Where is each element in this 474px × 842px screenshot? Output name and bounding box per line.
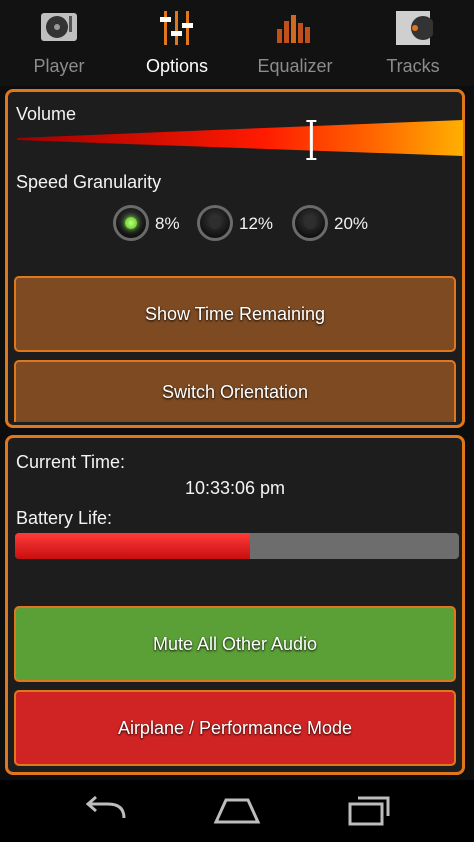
current-time-value: 10:33:06 pm: [184, 478, 286, 498]
speed-option-label: 8%: [155, 214, 180, 233]
current-time-label: Current Time:: [16, 452, 126, 472]
sliders-icon: [160, 11, 193, 45]
status-panel: Current Time: 10:33:06 pm Battery Life: …: [5, 435, 465, 775]
back-icon[interactable]: [80, 794, 130, 828]
radio-dot: [125, 217, 137, 229]
tab-options[interactable]: Options: [118, 0, 236, 86]
tab-equalizer[interactable]: Equalizer: [236, 0, 354, 86]
recent-apps-icon[interactable]: [344, 794, 394, 828]
record-sleeve-icon: [396, 11, 433, 45]
speed-option-label: 20%: [334, 214, 369, 233]
battery-fill: [15, 533, 251, 559]
radio-dot: [304, 217, 316, 229]
options-panel: Volume Speed Granularity 8% 12% 20% Show…: [5, 89, 465, 428]
tab-label: Options: [145, 56, 209, 76]
radio-dot: [209, 217, 221, 229]
tab-tracks[interactable]: Tracks: [354, 0, 472, 86]
battery-life-label: Battery Life:: [16, 508, 113, 528]
tab-bar: Player Options Equalizer Tracks: [0, 0, 474, 86]
tab-player[interactable]: Player: [0, 0, 118, 86]
equalizer-bars-icon: [277, 15, 310, 43]
tab-label: Player: [33, 56, 85, 76]
system-nav-bar: [0, 780, 474, 842]
mute-all-other-audio-button[interactable]: Mute All Other Audio: [14, 606, 456, 682]
tab-label: Tracks: [386, 56, 440, 76]
speed-granularity-label: Speed Granularity: [16, 172, 162, 192]
home-icon[interactable]: [212, 794, 262, 828]
volume-slider[interactable]: [17, 120, 463, 160]
turntable-icon: [41, 13, 77, 41]
tab-label: Equalizer: [257, 56, 333, 76]
show-time-remaining-button[interactable]: Show Time Remaining: [14, 276, 456, 352]
battery-bar: [15, 533, 459, 559]
airplane-performance-mode-button[interactable]: Airplane / Performance Mode: [14, 690, 456, 766]
switch-orientation-button[interactable]: Switch Orientation: [14, 360, 456, 422]
speed-option-label: 12%: [239, 214, 274, 233]
